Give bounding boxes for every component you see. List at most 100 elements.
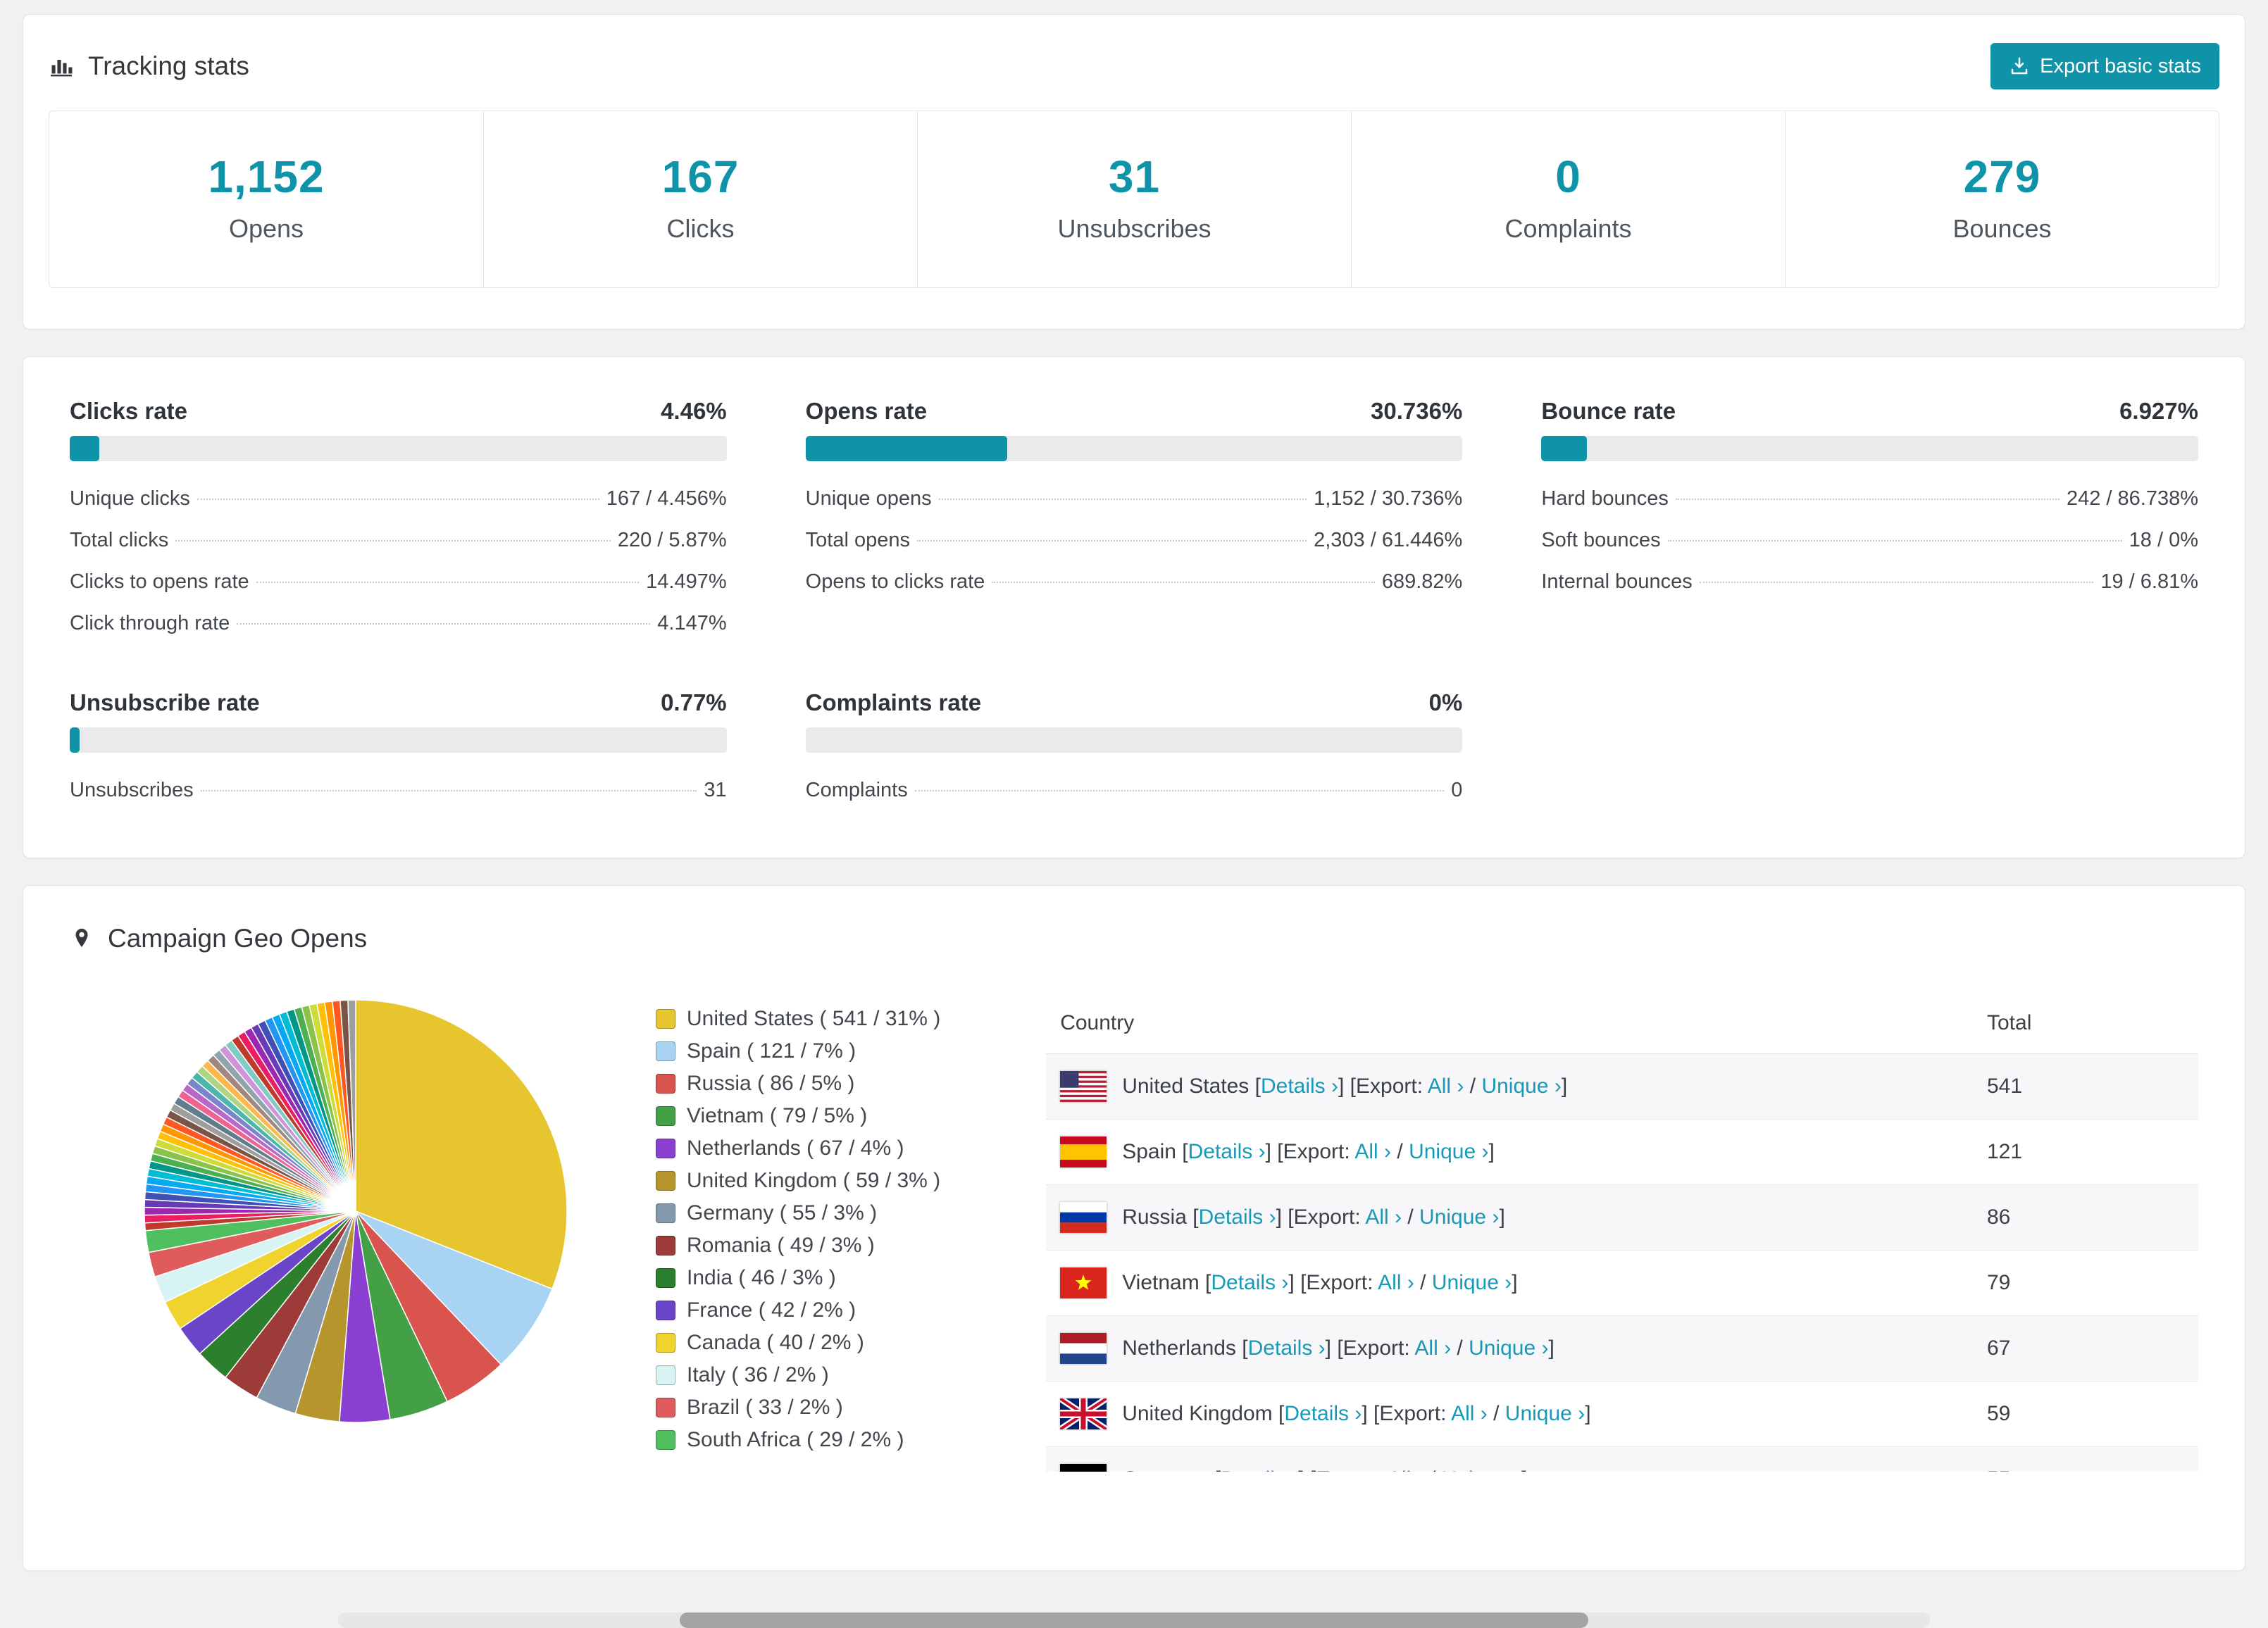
- dotted-leader: [914, 790, 1445, 791]
- rate-row-hard-bounces: Hard bounces 242 / 86.738%: [1541, 478, 2198, 520]
- rate-title: Bounce rate: [1541, 398, 1676, 424]
- stat-label: Complaints: [1504, 214, 1632, 243]
- geo-row-russia: Russia [Details ›] [Export: All › / Uniq…: [1046, 1184, 2198, 1251]
- stats-row: 1,152 Opens 167 Clicks 31 Unsubscribes 0 Compla…: [49, 111, 2219, 288]
- legend-item-germany: Germany ( 55 / 3% ): [656, 1197, 940, 1229]
- export-all-link[interactable]: All ›: [1451, 1402, 1488, 1425]
- rate-row-complaints: Complaints 0: [806, 770, 1463, 811]
- export-unique-link[interactable]: Unique ›: [1409, 1140, 1488, 1163]
- rate-head: Clicks rate 4.46%: [70, 398, 727, 425]
- progress-bar-fill: [805, 436, 1008, 461]
- details-link[interactable]: Details ›: [1188, 1140, 1266, 1163]
- horizontal-scrollbar-thumb[interactable]: [680, 1613, 1588, 1628]
- rate-row-label: Complaints: [805, 779, 908, 801]
- export-unique-link[interactable]: Unique ›: [1419, 1206, 1499, 1229]
- stat-value: 167: [661, 151, 740, 202]
- progress-bar-fill: [70, 727, 80, 753]
- export-basic-stats-button[interactable]: Export basic stats: [1990, 43, 2219, 89]
- country-cell: Vietnam [Details ›] [Export: All › / Uni…: [1060, 1267, 1959, 1298]
- rate-row-value: 220 / 5.87%: [617, 529, 727, 551]
- legend-swatch: [656, 1333, 675, 1353]
- stat-box-complaints: 0 Complaints: [1351, 111, 1785, 287]
- dotted-leader: [938, 499, 1307, 500]
- dotted-leader: [256, 582, 640, 583]
- legend-item-united-states: United States ( 541 / 31% ): [656, 1003, 940, 1035]
- details-link[interactable]: Details ›: [1248, 1336, 1326, 1360]
- rate-row-label: Clicks to opens rate: [70, 570, 249, 593]
- rates-grid: Clicks rate 4.46% Unique clicks 167 / 4.456…: [70, 398, 2198, 811]
- export-all-link[interactable]: All ›: [1378, 1271, 1414, 1294]
- legend-swatch: [656, 1106, 675, 1126]
- column-header-total: Total: [1973, 993, 2198, 1054]
- dotted-leader: [1699, 582, 2094, 583]
- country-links: Germany [Details ›] [Export: All › / Uni…: [1122, 1467, 1527, 1472]
- horizontal-scrollbar-track[interactable]: [338, 1613, 1930, 1628]
- flag-us-icon: [1060, 1071, 1107, 1102]
- dotted-leader: [1667, 540, 2122, 541]
- rate-title: Clicks rate: [70, 398, 187, 424]
- legend-swatch: [656, 1398, 675, 1417]
- rate-row-label: Internal bounces: [1541, 570, 1693, 593]
- rate-row-value: 689.82%: [1381, 570, 1463, 593]
- flag-de-icon: [1060, 1464, 1107, 1472]
- export-unique-link[interactable]: Unique ›: [1469, 1336, 1548, 1360]
- country-cell: United Kingdom [Details ›] [Export: All …: [1060, 1398, 1959, 1429]
- rate-row-value: 167 / 4.456%: [606, 487, 727, 510]
- flag-ru-icon: [1060, 1202, 1107, 1233]
- export-unique-link[interactable]: Unique ›: [1481, 1075, 1561, 1098]
- export-all-link[interactable]: All ›: [1354, 1140, 1391, 1163]
- details-link[interactable]: Details ›: [1284, 1402, 1362, 1425]
- rate-row-label: Soft bounces: [1541, 529, 1661, 551]
- rate-percent: 30.736%: [1371, 398, 1463, 424]
- dotted-leader: [200, 790, 697, 791]
- details-link[interactable]: Details ›: [1199, 1206, 1276, 1229]
- legend-item-canada: Canada ( 40 / 2% ): [656, 1327, 940, 1359]
- dotted-leader: [992, 582, 1375, 583]
- geo-title-group: Campaign Geo Opens: [70, 924, 2198, 953]
- dotted-leader: [197, 499, 599, 500]
- progress-bar-fill: [1541, 436, 1587, 461]
- country-cell: United States [Details ›] [Export: All ›…: [1060, 1071, 1959, 1102]
- tracking-stats-header: Tracking stats Export basic stats: [23, 15, 2245, 98]
- stat-box-bounces: 279 Bounces: [1785, 111, 2219, 287]
- rate-row-label: Unique clicks: [70, 487, 190, 510]
- tracking-stats-card: Tracking stats Export basic stats 1,152 O…: [23, 14, 2245, 330]
- export-unique-link[interactable]: Unique ›: [1442, 1467, 1521, 1472]
- progress-bar: [805, 436, 1463, 461]
- legend-label: Romania ( 49 / 3% ): [687, 1234, 875, 1257]
- legend-item-south-africa: South Africa ( 29 / 2% ): [656, 1424, 940, 1456]
- export-unique-link[interactable]: Unique ›: [1432, 1271, 1512, 1294]
- rate-panel-clicks-rate: Clicks rate 4.46% Unique clicks 167 / 4.456…: [70, 398, 727, 644]
- export-all-link[interactable]: All ›: [1414, 1336, 1451, 1360]
- rate-row-label: Opens to clicks rate: [805, 570, 985, 593]
- country-cell: Spain [Details ›] [Export: All › / Uniqu…: [1060, 1137, 1959, 1167]
- rate-panel-complaints-rate: Complaints rate 0% Complaints 0: [805, 689, 1463, 811]
- rate-row-value: 18 / 0%: [2129, 529, 2198, 551]
- geo-row-germany: Germany [Details ›] [Export: All › / Uni…: [1046, 1446, 2198, 1472]
- export-all-link[interactable]: All ›: [1428, 1075, 1464, 1098]
- legend-label: Canada ( 40 / 2% ): [687, 1331, 864, 1354]
- export-all-link[interactable]: All ›: [1388, 1467, 1424, 1472]
- legend-swatch: [656, 1301, 675, 1320]
- stat-value: 0: [1555, 151, 1581, 202]
- column-header-country: Country: [1046, 993, 1973, 1054]
- details-link[interactable]: Details ›: [1221, 1467, 1298, 1472]
- details-link[interactable]: Details ›: [1261, 1075, 1338, 1098]
- rate-title: Complaints rate: [805, 689, 982, 715]
- geo-pie-chart: [137, 993, 574, 1433]
- rate-head: Bounce rate 6.927%: [1541, 398, 2198, 425]
- location-pin-icon: [70, 927, 94, 951]
- rate-row-unsubscribes: Unsubscribes 31: [70, 770, 727, 811]
- geo-row-spain: Spain [Details ›] [Export: All › / Uniqu…: [1046, 1119, 2198, 1185]
- rate-row-value: 242 / 86.738%: [2066, 487, 2198, 510]
- export-unique-link[interactable]: Unique ›: [1505, 1402, 1585, 1425]
- rate-row-total-opens: Total opens 2,303 / 61.446%: [806, 520, 1463, 561]
- export-all-link[interactable]: All ›: [1365, 1206, 1402, 1229]
- rate-title: Unsubscribe rate: [70, 689, 260, 715]
- details-link[interactable]: Details ›: [1211, 1271, 1288, 1294]
- progress-bar: [70, 436, 727, 461]
- rate-percent: 6.927%: [2119, 398, 2198, 424]
- legend-item-romania: Romania ( 49 / 3% ): [656, 1229, 940, 1262]
- legend-swatch: [656, 1430, 675, 1450]
- geo-row-united-states: United States [Details ›] [Export: All ›…: [1046, 1053, 2198, 1120]
